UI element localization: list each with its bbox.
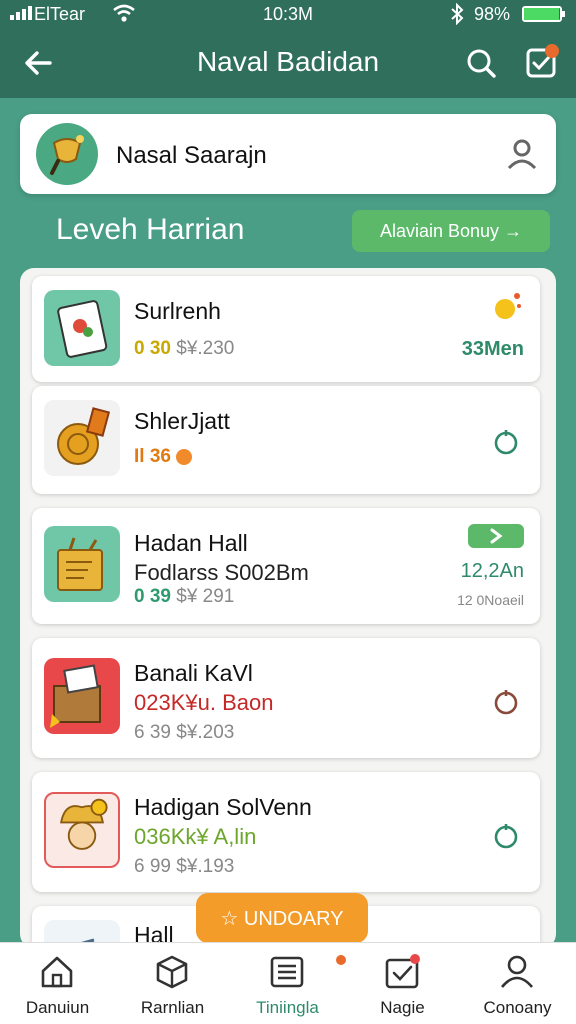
notification-dot xyxy=(545,44,559,58)
item-subtitle: Fodlarss S002Bm xyxy=(134,560,309,585)
avatar xyxy=(36,123,98,185)
bluetooth-icon xyxy=(451,3,464,25)
item-subtitle: 036Kk¥ A,lin xyxy=(134,824,257,849)
item-meta-highlight: Il 36 xyxy=(134,446,171,467)
person-icon xyxy=(501,955,533,988)
bottom-nav: Danuiun Rarnlian Tiniingla Nagie Conoany xyxy=(0,942,576,1024)
item-name: Hadan Hall xyxy=(134,530,248,556)
item-meta: 6 39 $¥.203 xyxy=(134,722,234,744)
nav-item-profile[interactable]: Conoany xyxy=(460,943,575,1024)
profile-card[interactable]: Nasal Saarajn xyxy=(20,114,556,194)
notification-dot xyxy=(336,955,346,965)
sun-icon xyxy=(495,293,521,319)
list-item[interactable]: Banali KaVl 023K¥u. Baon 6 39 $¥.203 xyxy=(32,638,540,758)
item-thumbnail xyxy=(44,792,120,868)
item-name: Banali KaVl xyxy=(134,660,253,686)
list-icon xyxy=(270,956,304,988)
item-thumbnail xyxy=(44,290,120,366)
item-value: 12,2An xyxy=(460,560,524,582)
nav-item-home[interactable]: Danuiun xyxy=(0,943,115,1024)
home-icon xyxy=(41,956,73,988)
nav-label: Rarnlian xyxy=(140,998,205,1017)
battery-icon xyxy=(522,6,565,22)
nav-label: Tiniingla xyxy=(256,998,319,1017)
list-item[interactable]: ShlerJjatt Il 36 xyxy=(32,386,540,494)
item-thumbnail xyxy=(44,400,120,476)
search-icon[interactable] xyxy=(464,46,498,80)
list-item[interactable]: Hadigan SolVenn 036Kk¥ A,lin 6 99 $¥.193 xyxy=(32,772,540,892)
chevron-right-icon[interactable] xyxy=(468,524,524,548)
upgrade-button[interactable]: ☆ UNDOARY xyxy=(196,893,368,943)
item-name: Surlrenh xyxy=(134,298,221,324)
item-name: Hadigan SolVenn xyxy=(134,794,312,820)
item-subtitle: 023K¥u. Baon xyxy=(134,690,274,715)
item-thumbnail xyxy=(44,658,120,734)
item-meta: Il 36 xyxy=(134,446,193,468)
profile-name: Nasal Saarajn xyxy=(116,142,267,169)
item-name: ShlerJjatt xyxy=(134,408,230,434)
box-icon xyxy=(156,955,188,989)
battery-percent: 98% xyxy=(474,4,511,24)
section-title: Leveh Harrian xyxy=(56,213,245,246)
item-thumbnail xyxy=(44,526,120,602)
list-item[interactable]: Surlrenh 0 30 $¥.230 33Men xyxy=(32,276,540,382)
status-bar: ElTear 10:3M 98% xyxy=(0,0,576,28)
calendar-check-icon xyxy=(385,954,420,989)
app-bar: Naval Badidan xyxy=(0,28,576,98)
chef-icon xyxy=(60,798,108,850)
item-meta: 0 30 $¥.230 xyxy=(134,338,234,360)
nav-label: Nagie xyxy=(380,998,425,1017)
item-list: Surlrenh 0 30 $¥.230 33Men ShlerJjatt Il… xyxy=(20,268,556,948)
item-meta-highlight: 0 39 xyxy=(134,586,171,607)
trophy-icon xyxy=(50,135,84,175)
item-subvalue: 12 0Noaeil xyxy=(457,592,524,608)
coin-icon xyxy=(176,448,193,465)
nav-label: Danuiun xyxy=(25,998,90,1017)
refresh-icon[interactable] xyxy=(492,688,520,716)
shopping-bag-icon xyxy=(57,537,103,591)
upgrade-button-label: UNDOARY xyxy=(243,907,344,930)
item-meta-highlight: 0 30 xyxy=(134,338,171,359)
item-meta-rest: $¥ 291 xyxy=(170,586,235,607)
bonus-button[interactable]: Alaviain Bonuy → xyxy=(352,210,550,252)
refresh-icon[interactable] xyxy=(492,428,520,456)
person-icon[interactable] xyxy=(504,136,540,172)
nav-item-box[interactable]: Rarnlian xyxy=(115,943,230,1024)
item-meta-rest: $¥.230 xyxy=(170,338,235,359)
item-meta: 0 39 $¥ 291 xyxy=(134,586,234,608)
medal-icon xyxy=(57,407,111,465)
item-meta-rest: 6 39 $¥.203 xyxy=(134,722,235,743)
nav-item-calendar[interactable]: Nagie xyxy=(345,943,460,1024)
item-value: 33Men xyxy=(461,338,524,360)
list-item[interactable]: Hadan Hall Fodlarss S002Bm 0 39 $¥ 291 1… xyxy=(32,508,540,624)
package-icon xyxy=(50,664,101,728)
refresh-icon[interactable] xyxy=(492,822,520,850)
item-meta: 6 99 $¥.193 xyxy=(134,856,234,878)
nav-item-list[interactable]: Tiniingla xyxy=(230,943,345,1024)
item-meta-rest: 6 99 $¥.193 xyxy=(134,856,235,877)
book-icon xyxy=(57,300,108,358)
star-icon: ☆ xyxy=(220,907,239,930)
nav-label: Conoany xyxy=(483,998,552,1017)
